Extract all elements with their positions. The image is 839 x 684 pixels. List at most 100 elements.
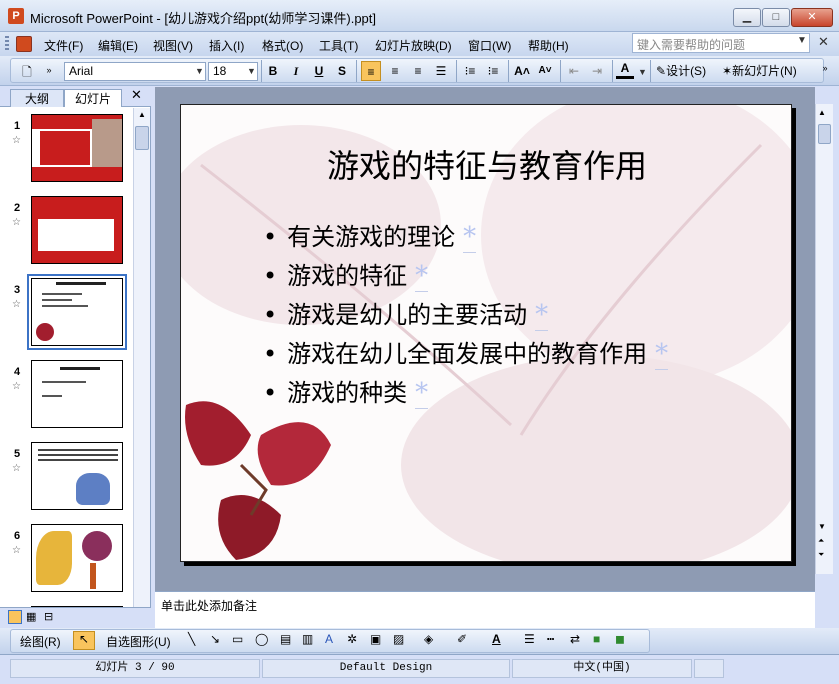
slideshow-view-icon[interactable]: ⊟	[44, 610, 58, 624]
normal-view-icon[interactable]	[8, 610, 22, 624]
transition-star-icon[interactable]: ☆	[12, 299, 21, 310]
line-style-icon[interactable]: ☰	[524, 632, 535, 646]
menu-help[interactable]: 帮助(H)	[528, 37, 569, 54]
line-tool-icon[interactable]: ╲	[188, 632, 195, 646]
slide-thumbnail-4[interactable]	[31, 360, 123, 428]
underline-button[interactable]: U	[311, 61, 327, 81]
design-button[interactable]: ✎设计(S)	[656, 61, 706, 81]
document-close-icon[interactable]: ✕	[818, 34, 829, 50]
menu-file[interactable]: 文件(F)	[44, 37, 83, 54]
font-name-select[interactable]: Arial	[64, 62, 206, 81]
text-shadow-button[interactable]: S	[334, 61, 350, 81]
align-left-icon[interactable]: ≡	[361, 61, 381, 81]
font-dropdown-icon[interactable]: ▼	[195, 66, 204, 76]
previous-slide-icon[interactable]: ⏶	[818, 536, 824, 546]
menu-insert[interactable]: 插入(I)	[209, 37, 244, 54]
scroll-up-icon[interactable]: ▲	[135, 110, 149, 124]
slide-thumbnail-1[interactable]	[31, 114, 123, 182]
clipart-icon[interactable]: ▣	[370, 632, 381, 646]
select-pointer-icon[interactable]: ↖	[73, 631, 95, 650]
slide-canvas[interactable]: 游戏的特征与教育作用 有关游戏的理论* 游戏的特征* 游戏是幼儿的主要活动* 游…	[180, 104, 792, 562]
slide-sorter-view-icon[interactable]: ▦	[26, 610, 40, 624]
new-slide-button[interactable]: ✶新幻灯片(N)	[722, 61, 797, 81]
toolbar-overflow-icon[interactable]: »	[819, 58, 831, 78]
slide-thumbnail-3[interactable]	[27, 274, 127, 350]
scroll-down-icon[interactable]: ▼	[818, 522, 826, 531]
diagram-icon[interactable]: ✲	[347, 632, 357, 646]
shadow-style-icon[interactable]: ■	[593, 632, 600, 646]
decrease-font-icon[interactable]: A˅	[535, 61, 555, 81]
powerpoint-app-icon[interactable]: P	[8, 8, 24, 24]
size-dropdown-icon[interactable]: ▼	[247, 66, 256, 76]
new-document-icon[interactable]: 🗋	[18, 62, 36, 82]
bullet-item[interactable]: 有关游戏的理论*	[263, 218, 668, 257]
menu-window[interactable]: 窗口(W)	[468, 37, 511, 54]
slide-thumbnail-5[interactable]	[31, 442, 123, 510]
vertical-textbox-icon[interactable]: ▥	[302, 632, 313, 646]
notes-placeholder[interactable]: 单击此处添加备注	[161, 597, 257, 614]
animation-marker-icon[interactable]: *	[535, 300, 549, 331]
rectangle-tool-icon[interactable]: ▭	[232, 632, 243, 646]
minimize-button[interactable]: ▁	[733, 8, 761, 27]
animation-marker-icon[interactable]: *	[415, 378, 429, 409]
transition-star-icon[interactable]: ☆	[12, 381, 21, 392]
align-right-icon[interactable]: ≡	[408, 61, 428, 81]
close-button[interactable]: ✕	[791, 8, 833, 27]
draw-font-color-icon[interactable]: A	[492, 632, 501, 646]
menu-tools[interactable]: 工具(T)	[319, 37, 358, 54]
arrow-tool-icon[interactable]: ↘	[210, 632, 220, 646]
bullet-item[interactable]: 游戏的特征*	[263, 257, 668, 296]
distribute-icon[interactable]: ☰	[431, 61, 451, 81]
animation-marker-icon[interactable]: *	[463, 222, 477, 253]
wordart-icon[interactable]: A	[325, 632, 333, 646]
transition-star-icon[interactable]: ☆	[12, 135, 21, 146]
arrow-style-icon[interactable]: ⇄	[570, 632, 580, 646]
scrollbar-thumb[interactable]	[818, 124, 831, 144]
next-slide-icon[interactable]: ⏷	[818, 550, 824, 560]
numbering-icon[interactable]: ⁝≡	[460, 61, 480, 81]
tab-slides[interactable]: 幻灯片	[64, 89, 122, 107]
scroll-up-icon[interactable]: ▲	[818, 108, 826, 117]
align-center-icon[interactable]: ≡	[385, 61, 405, 81]
menu-format[interactable]: 格式(O)	[262, 37, 303, 54]
menu-edit[interactable]: 编辑(E)	[98, 37, 138, 54]
maximize-button[interactable]: □	[762, 8, 790, 27]
animation-marker-icon[interactable]: *	[655, 339, 669, 370]
toolbar-options-icon[interactable]: »	[44, 60, 54, 80]
notes-pane[interactable]: 单击此处添加备注	[155, 591, 815, 628]
transition-star-icon[interactable]: ☆	[12, 217, 21, 228]
chevron-down-icon[interactable]: ▼	[797, 35, 807, 46]
font-color-dropdown-icon[interactable]: ▼	[638, 67, 647, 77]
bullet-item[interactable]: 游戏是幼儿的主要活动*	[263, 296, 668, 335]
slide-thumbnail-2[interactable]	[31, 196, 123, 264]
autoshapes-menu-button[interactable]: 自选图形(U)	[106, 633, 171, 650]
transition-star-icon[interactable]: ☆	[12, 463, 21, 474]
menu-view[interactable]: 视图(V)	[153, 37, 193, 54]
3d-style-icon[interactable]: ◼	[615, 632, 625, 646]
help-search-input[interactable]: 键入需要帮助的问题	[632, 33, 810, 53]
increase-font-icon[interactable]: A˄	[512, 61, 532, 81]
bullet-item[interactable]: 游戏在幼儿全面发展中的教育作用*	[263, 335, 669, 374]
pane-close-icon[interactable]: ✕	[131, 87, 142, 103]
tab-outline[interactable]: 大纲	[10, 89, 64, 107]
thumbnails-scrollbar[interactable]: ▲	[133, 108, 150, 607]
menubar-grip[interactable]	[5, 36, 9, 52]
oval-tool-icon[interactable]: ◯	[255, 632, 268, 646]
picture-icon[interactable]: ▨	[393, 632, 404, 646]
editor-scrollbar[interactable]: ▲ ▼ ⏶ ⏷	[815, 104, 833, 574]
animation-marker-icon[interactable]: *	[415, 261, 429, 292]
slide-thumbnail-6[interactable]	[31, 524, 123, 592]
draw-menu-button[interactable]: 绘图(R)	[20, 633, 61, 650]
dash-style-icon[interactable]: ┅	[547, 632, 554, 646]
transition-star-icon[interactable]: ☆	[12, 545, 21, 556]
increase-indent-icon[interactable]: ⇥	[587, 61, 607, 81]
scrollbar-thumb[interactable]	[135, 126, 149, 150]
bullets-icon[interactable]: ⁝≡	[483, 61, 503, 81]
bold-button[interactable]: B	[265, 61, 281, 81]
italic-button[interactable]: I	[288, 61, 304, 81]
fill-color-icon[interactable]: ◈	[424, 632, 433, 646]
line-color-icon[interactable]: ✐	[457, 632, 467, 646]
decrease-indent-icon[interactable]: ⇤	[564, 61, 584, 81]
slide-title[interactable]: 游戏的特征与教育作用	[181, 141, 791, 187]
document-icon[interactable]	[16, 36, 32, 52]
